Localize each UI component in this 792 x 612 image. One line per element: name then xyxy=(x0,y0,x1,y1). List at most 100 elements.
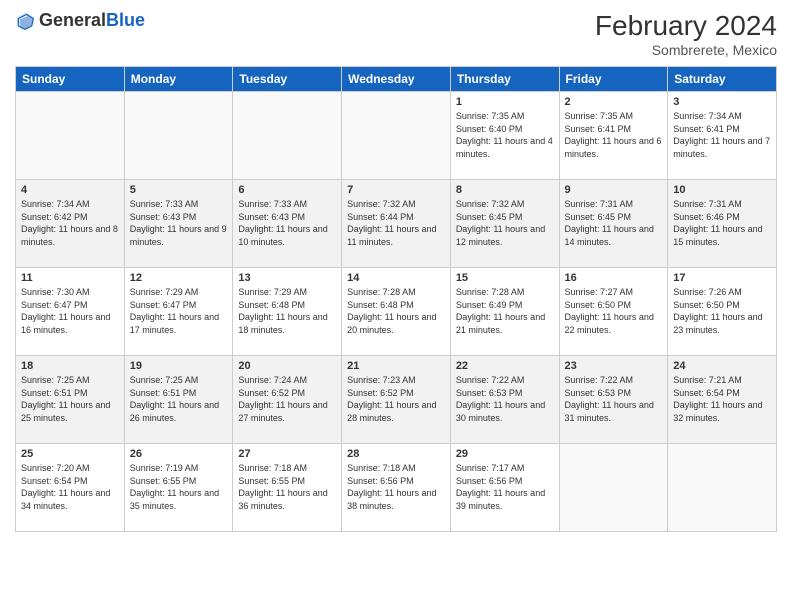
calendar-cell: 13Sunrise: 7:29 AM Sunset: 6:48 PM Dayli… xyxy=(233,268,342,356)
day-number: 6 xyxy=(238,184,336,196)
calendar-week-row: 4 Sunrise: 7:34 AM Sunset: 6:42 PM Daylig… xyxy=(16,180,777,268)
day-info: Sunrise: 7:22 AM Sunset: 6:53 PM Dayligh… xyxy=(565,374,663,424)
calendar-week-row: 11 Sunrise: 7:30 AM Sunset: 6:47 PM Dayli… xyxy=(16,268,777,356)
day-number: 11 xyxy=(21,272,119,284)
day-info: Sunrise: 7:19 AM Sunset: 6:55 PM Dayligh… xyxy=(130,462,228,512)
day-number: 21 xyxy=(347,360,445,372)
day-info: Sunrise: 7:35 AM Sunset: 6:40 PM Dayligh… xyxy=(456,110,554,160)
day-number: 5 xyxy=(130,184,228,196)
calendar-cell: 11 Sunrise: 7:30 AM Sunset: 6:47 PM Dayli… xyxy=(16,268,125,356)
day-number: 2 xyxy=(565,96,663,108)
day-number: 18 xyxy=(21,360,119,372)
day-info: Sunrise: 7:31 AM Sunset: 6:46 PM Dayligh… xyxy=(673,198,771,248)
calendar-cell: 5Sunrise: 7:33 AM Sunset: 6:43 PM Daylig… xyxy=(124,180,233,268)
day-number: 9 xyxy=(565,184,663,196)
calendar-cell: 22 Sunrise: 7:22 AM Sunset: 6:53 PM Dayli… xyxy=(450,356,559,444)
calendar-cell: 1Sunrise: 7:35 AM Sunset: 6:40 PM Daylig… xyxy=(450,92,559,180)
calendar-header-row: Sunday Monday Tuesday Wednesday Thursday… xyxy=(16,67,777,92)
calendar-cell: 23 Sunrise: 7:22 AM Sunset: 6:53 PM Dayli… xyxy=(559,356,668,444)
day-info: Sunrise: 7:29 AM Sunset: 6:48 PM Dayligh… xyxy=(238,286,336,336)
day-number: 22 xyxy=(456,360,554,372)
day-number: 17 xyxy=(673,272,771,284)
day-info: Sunrise: 7:34 AM Sunset: 6:42 PM Dayligh… xyxy=(21,198,119,248)
col-friday: Friday xyxy=(559,67,668,92)
day-number: 24 xyxy=(673,360,771,372)
day-number: 12 xyxy=(130,272,228,284)
day-number: 19 xyxy=(130,360,228,372)
col-sunday: Sunday xyxy=(16,67,125,92)
calendar-week-row: 25Sunrise: 7:20 AM Sunset: 6:54 PM Dayli… xyxy=(16,444,777,532)
calendar-cell: 6 Sunrise: 7:33 AM Sunset: 6:43 PM Daylig… xyxy=(233,180,342,268)
day-info: Sunrise: 7:24 AM Sunset: 6:52 PM Dayligh… xyxy=(238,374,336,424)
calendar-cell: 24 Sunrise: 7:21 AM Sunset: 6:54 PM Dayli… xyxy=(668,356,777,444)
calendar-cell: 20 Sunrise: 7:24 AM Sunset: 6:52 PM Dayli… xyxy=(233,356,342,444)
calendar-cell: 3 Sunrise: 7:34 AM Sunset: 6:41 PM Daylig… xyxy=(668,92,777,180)
calendar-cell: 14Sunrise: 7:28 AM Sunset: 6:48 PM Dayli… xyxy=(342,268,451,356)
header: GeneralBlue February 2024 Sombrerete, Me… xyxy=(15,10,777,58)
calendar-cell: 16 Sunrise: 7:27 AM Sunset: 6:50 PM Dayli… xyxy=(559,268,668,356)
logo-icon xyxy=(15,11,35,31)
page: GeneralBlue February 2024 Sombrerete, Me… xyxy=(0,0,792,612)
calendar-cell: 19 Sunrise: 7:25 AM Sunset: 6:51 PM Dayli… xyxy=(124,356,233,444)
day-info: Sunrise: 7:30 AM Sunset: 6:47 PM Dayligh… xyxy=(21,286,119,336)
calendar-cell: 18 Sunrise: 7:25 AM Sunset: 6:51 PM Dayli… xyxy=(16,356,125,444)
calendar-cell: 29Sunrise: 7:17 AM Sunset: 6:56 PM Dayli… xyxy=(450,444,559,532)
logo: GeneralBlue xyxy=(15,10,145,31)
day-number: 10 xyxy=(673,184,771,196)
day-info: Sunrise: 7:27 AM Sunset: 6:50 PM Dayligh… xyxy=(565,286,663,336)
calendar-title: February 2024 xyxy=(595,10,777,42)
day-number: 27 xyxy=(238,448,336,460)
calendar-cell: 2 Sunrise: 7:35 AM Sunset: 6:41 PM Daylig… xyxy=(559,92,668,180)
col-thursday: Thursday xyxy=(450,67,559,92)
calendar-cell xyxy=(233,92,342,180)
calendar-cell: 26 Sunrise: 7:19 AM Sunset: 6:55 PM Dayli… xyxy=(124,444,233,532)
calendar-cell: 7Sunrise: 7:32 AM Sunset: 6:44 PM Daylig… xyxy=(342,180,451,268)
calendar-cell xyxy=(124,92,233,180)
col-saturday: Saturday xyxy=(668,67,777,92)
day-info: Sunrise: 7:32 AM Sunset: 6:45 PM Dayligh… xyxy=(456,198,554,248)
calendar-cell: 12Sunrise: 7:29 AM Sunset: 6:47 PM Dayli… xyxy=(124,268,233,356)
day-info: Sunrise: 7:31 AM Sunset: 6:45 PM Dayligh… xyxy=(565,198,663,248)
day-info: Sunrise: 7:34 AM Sunset: 6:41 PM Dayligh… xyxy=(673,110,771,160)
day-info: Sunrise: 7:32 AM Sunset: 6:44 PM Dayligh… xyxy=(347,198,445,248)
day-info: Sunrise: 7:23 AM Sunset: 6:52 PM Dayligh… xyxy=(347,374,445,424)
calendar-week-row: 18 Sunrise: 7:25 AM Sunset: 6:51 PM Dayli… xyxy=(16,356,777,444)
day-info: Sunrise: 7:18 AM Sunset: 6:55 PM Dayligh… xyxy=(238,462,336,512)
calendar-week-row: 1Sunrise: 7:35 AM Sunset: 6:40 PM Daylig… xyxy=(16,92,777,180)
calendar-location: Sombrerete, Mexico xyxy=(595,42,777,58)
day-info: Sunrise: 7:35 AM Sunset: 6:41 PM Dayligh… xyxy=(565,110,663,160)
day-number: 23 xyxy=(565,360,663,372)
calendar-cell xyxy=(16,92,125,180)
col-wednesday: Wednesday xyxy=(342,67,451,92)
calendar-cell xyxy=(559,444,668,532)
calendar-cell: 8 Sunrise: 7:32 AM Sunset: 6:45 PM Daylig… xyxy=(450,180,559,268)
logo-general: General xyxy=(39,10,106,30)
day-info: Sunrise: 7:33 AM Sunset: 6:43 PM Dayligh… xyxy=(238,198,336,248)
day-number: 26 xyxy=(130,448,228,460)
day-info: Sunrise: 7:25 AM Sunset: 6:51 PM Dayligh… xyxy=(130,374,228,424)
day-info: Sunrise: 7:28 AM Sunset: 6:49 PM Dayligh… xyxy=(456,286,554,336)
logo-text: GeneralBlue xyxy=(39,10,145,31)
day-number: 8 xyxy=(456,184,554,196)
calendar-cell: 4 Sunrise: 7:34 AM Sunset: 6:42 PM Daylig… xyxy=(16,180,125,268)
day-number: 4 xyxy=(21,184,119,196)
day-number: 25 xyxy=(21,448,119,460)
day-number: 16 xyxy=(565,272,663,284)
calendar-cell: 15 Sunrise: 7:28 AM Sunset: 6:49 PM Dayli… xyxy=(450,268,559,356)
calendar-cell: 17 Sunrise: 7:26 AM Sunset: 6:50 PM Dayli… xyxy=(668,268,777,356)
day-info: Sunrise: 7:26 AM Sunset: 6:50 PM Dayligh… xyxy=(673,286,771,336)
day-number: 20 xyxy=(238,360,336,372)
day-number: 3 xyxy=(673,96,771,108)
day-info: Sunrise: 7:28 AM Sunset: 6:48 PM Dayligh… xyxy=(347,286,445,336)
calendar-cell: 25Sunrise: 7:20 AM Sunset: 6:54 PM Dayli… xyxy=(16,444,125,532)
calendar-table: Sunday Monday Tuesday Wednesday Thursday… xyxy=(15,66,777,532)
title-block: February 2024 Sombrerete, Mexico xyxy=(595,10,777,58)
day-info: Sunrise: 7:25 AM Sunset: 6:51 PM Dayligh… xyxy=(21,374,119,424)
day-number: 15 xyxy=(456,272,554,284)
calendar-cell: 27 Sunrise: 7:18 AM Sunset: 6:55 PM Dayli… xyxy=(233,444,342,532)
day-number: 28 xyxy=(347,448,445,460)
day-info: Sunrise: 7:22 AM Sunset: 6:53 PM Dayligh… xyxy=(456,374,554,424)
day-number: 29 xyxy=(456,448,554,460)
day-info: Sunrise: 7:21 AM Sunset: 6:54 PM Dayligh… xyxy=(673,374,771,424)
calendar-cell: 21 Sunrise: 7:23 AM Sunset: 6:52 PM Dayli… xyxy=(342,356,451,444)
